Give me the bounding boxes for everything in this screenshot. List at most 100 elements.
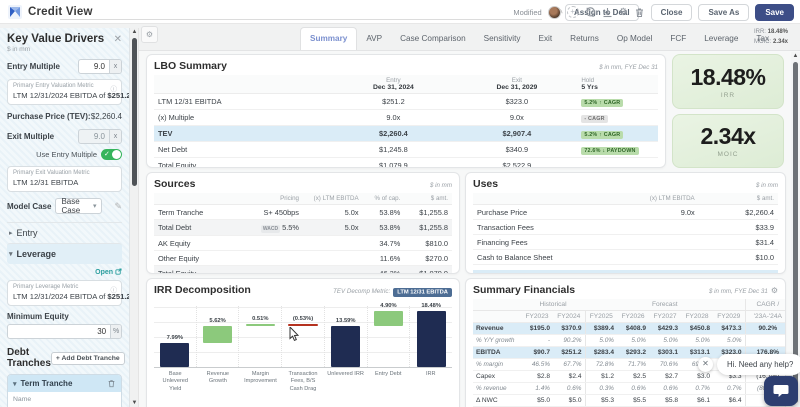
mouse-cursor-icon xyxy=(289,327,300,342)
metric-text: LTM 12/31/2024 EBITDA of xyxy=(13,292,108,301)
chat-greeting[interactable]: Hi. Need any help? xyxy=(717,354,800,375)
model-case-select[interactable]: Base Case ▾ xyxy=(55,197,103,215)
key-value-drivers-sidebar: Key Value Drivers ✕ $ in mm Entry Multip… xyxy=(0,28,130,407)
table-cell: % margin xyxy=(473,358,521,371)
table-cell: 72.8% xyxy=(584,358,617,371)
table-cell: 11.6% xyxy=(362,250,405,266)
x-axis-label: Margin Improvement xyxy=(244,371,277,385)
waterfall-bar-group: 0.51% xyxy=(238,306,281,367)
column-header: (x) LTM EBITDA xyxy=(302,193,363,205)
table-row: Net Debt $1,245.8 $340.9 72.6% ↓ PAYDOWN xyxy=(154,141,658,158)
table-cell xyxy=(613,249,699,265)
info-icon[interactable]: ⓘ xyxy=(111,83,118,93)
irr-label: IRR xyxy=(720,91,736,99)
tab-op-model[interactable]: Op Model xyxy=(608,28,662,50)
sidebar-scrollbar[interactable]: ▲ ▼ xyxy=(130,28,139,407)
panel-settings-gear-icon[interactable]: ⚙ xyxy=(141,26,158,43)
settings-gear-icon[interactable]: ⚙ xyxy=(619,7,628,18)
table-row: Total Equity $1,079.9 $2,522.9 xyxy=(154,157,658,167)
table-cell: 1.4% xyxy=(521,382,553,395)
table-cell: $90.7 xyxy=(521,346,553,359)
avatar[interactable] xyxy=(547,5,561,19)
info-icon[interactable]: ⓘ xyxy=(111,284,118,294)
table-cell: 34.7% xyxy=(362,235,405,251)
entry-multiple-input[interactable] xyxy=(79,60,109,73)
cagr-group-label: CAGR / xyxy=(744,299,785,311)
term-tranche-header[interactable]: ▾ Term Tranche xyxy=(8,375,121,392)
history-icon[interactable] xyxy=(585,6,596,18)
exit-multiple-input[interactable] xyxy=(79,130,109,143)
tab-avp[interactable]: AVP xyxy=(357,28,391,50)
sidebar-section-leverage[interactable]: ▾ Leverage xyxy=(7,243,122,264)
table-cell: Total Uses xyxy=(473,270,614,273)
bar-value-label: (0.53%) xyxy=(292,315,314,322)
table-cell: AK Equity xyxy=(154,235,244,251)
add-debt-tranche-button[interactable]: + Add Debt Tranche xyxy=(50,351,125,365)
open-leverage-link[interactable]: Open xyxy=(7,268,122,276)
tab-exit[interactable]: Exit xyxy=(530,28,562,50)
column-header xyxy=(154,193,244,205)
table-cell: $2,260.4 xyxy=(698,204,778,220)
uses-title: Uses xyxy=(473,178,499,190)
table-cell: 53.8% xyxy=(362,219,405,236)
edit-case-icon[interactable]: ✎ xyxy=(114,201,122,212)
irr-value: 18.48% xyxy=(690,63,766,90)
minimum-equity-input[interactable] xyxy=(8,325,111,338)
model-case-value: Base Case xyxy=(61,197,81,215)
table-cell: Capex xyxy=(473,370,521,383)
trash-icon[interactable] xyxy=(634,7,645,18)
scroll-up-icon[interactable]: ▲ xyxy=(130,29,139,35)
chat-dismiss-icon[interactable]: ✕ xyxy=(698,357,713,372)
historical-group-label: Historical xyxy=(521,299,585,311)
scroll-down-icon[interactable]: ▼ xyxy=(130,400,139,406)
sidebar-close-icon[interactable]: ✕ xyxy=(114,34,122,45)
chat-bubble-icon xyxy=(773,385,789,397)
entry-multiple-suffix: x xyxy=(109,60,121,73)
exit-col-label: Exit xyxy=(511,77,523,84)
table-cell: $389.4 xyxy=(584,322,617,335)
table-row: Term Tranche S+ 450bps 5.0x 53.8% $1,255.8 xyxy=(154,204,452,220)
download-icon[interactable] xyxy=(602,7,613,18)
table-cell: Δ NWC xyxy=(473,394,521,407)
irr-card: 18.48% IRR xyxy=(672,54,784,109)
table-cell: Other Equity xyxy=(154,250,244,266)
tab-returns[interactable]: Returns xyxy=(561,28,608,50)
column-header: % of cap. xyxy=(362,193,405,205)
save-button[interactable]: Save xyxy=(755,3,794,21)
chat-launcher-button[interactable] xyxy=(764,376,798,406)
use-entry-multiple-toggle[interactable]: ✓ xyxy=(101,149,122,160)
debt-tranches-title: Debt Tranches xyxy=(7,347,51,369)
save-as-button[interactable]: Save As xyxy=(698,3,750,21)
metric-text: LTM 12/31/2024 EBITDA of xyxy=(13,91,108,100)
tab-sensitivity[interactable]: Sensitivity xyxy=(475,28,530,50)
waterfall-bar xyxy=(373,310,404,326)
close-button[interactable]: Close xyxy=(650,3,693,21)
sidebar-section-entry[interactable]: ▸ Entry xyxy=(7,222,122,243)
table-row: Total Uses $2,335.7 xyxy=(473,270,778,273)
scrollbar-thumb[interactable] xyxy=(132,38,137,186)
scrollbar-thumb[interactable] xyxy=(793,62,798,403)
tab-summary[interactable]: Summary xyxy=(300,27,358,50)
tab-case-comparison[interactable]: Case Comparison xyxy=(391,28,475,50)
tranche-title: Term Tranche xyxy=(20,379,73,388)
column-header: $ amt. xyxy=(404,193,452,205)
waterfall-bar-group: 4.90% xyxy=(366,303,410,367)
table-cell: $1,255.8 xyxy=(404,204,452,220)
x-axis-label: Unlevered IRR xyxy=(327,371,364,377)
financials-gear-icon[interactable]: ⚙ xyxy=(771,286,778,295)
tab-leverage[interactable]: Leverage xyxy=(695,28,747,50)
table-cell: Cash to Balance Sheet xyxy=(473,249,614,265)
table-row: % Y/Y growth -90.2% 5.0% 5.0% 5.0% 5.0% 5.0% xyxy=(473,334,785,347)
table-cell: $5.8 xyxy=(649,394,681,407)
delete-tranche-icon[interactable] xyxy=(107,379,116,388)
scroll-up-icon[interactable]: ▲ xyxy=(791,53,800,59)
decomp-metric-badge[interactable]: LTM 12/31 EBITDA xyxy=(393,287,452,297)
irr-mini-value: 18.48% xyxy=(767,29,788,35)
tab-fcf[interactable]: FCF xyxy=(661,28,695,50)
entry-multiple-label: Entry Multiple xyxy=(7,62,60,71)
x-axis-label: Entry Debt xyxy=(374,371,402,377)
table-cell: $1,079.9 xyxy=(330,157,457,167)
table-row: LTM 12/31 EBITDA $251.2 $323.0 5.2% ↑ CAGR xyxy=(154,93,658,110)
add-user-icon[interactable]: + xyxy=(566,6,579,18)
table-cell: 0.6% xyxy=(617,382,649,395)
